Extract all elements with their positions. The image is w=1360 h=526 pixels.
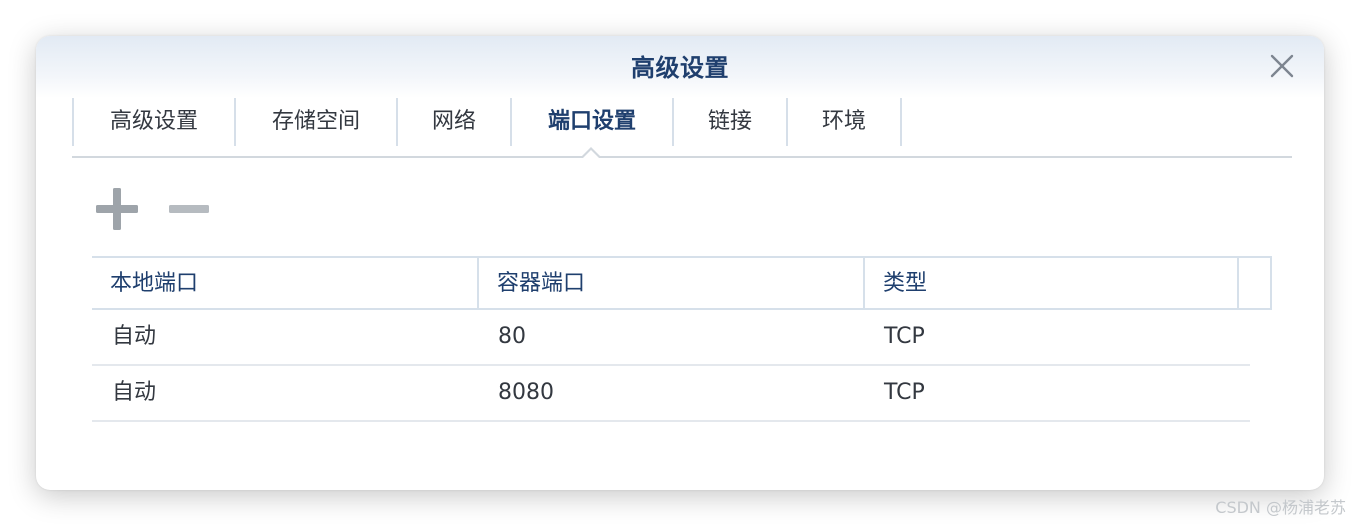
table-row[interactable]: 自动 80 TCP xyxy=(92,310,1250,366)
port-table: 本地端口 容器端口 类型 自动 80 TCP 自动 8080 TCP xyxy=(92,256,1272,422)
dialog-titlebar: 高级设置 xyxy=(36,36,1324,98)
container-port-cell: 80 xyxy=(498,324,526,349)
column-header-container-port[interactable]: 容器端口 xyxy=(479,258,865,310)
type-cell: TCP xyxy=(884,380,925,405)
watermark: CSDN @杨浦老苏 xyxy=(1215,498,1346,517)
minus-icon[interactable] xyxy=(166,186,212,232)
column-header-spacer xyxy=(1239,258,1272,310)
column-header-type[interactable]: 类型 xyxy=(865,258,1239,310)
column-header-local-port[interactable]: 本地端口 xyxy=(92,258,479,310)
local-port-cell: 自动 xyxy=(112,380,157,405)
tab-advanced-settings[interactable]: 高级设置 xyxy=(74,98,236,146)
plus-icon[interactable] xyxy=(94,186,140,232)
tab-links[interactable]: 链接 xyxy=(674,98,788,146)
local-port-cell: 自动 xyxy=(112,324,157,349)
dialog-title: 高级设置 xyxy=(631,54,729,82)
table-row[interactable]: 自动 8080 TCP xyxy=(92,366,1250,422)
close-icon[interactable] xyxy=(1266,50,1298,82)
container-port-cell: 8080 xyxy=(498,380,554,405)
tab-environment[interactable]: 环境 xyxy=(788,98,902,146)
tab-bar: 高级设置 存储空间 网络 端口设置 链接 环境 xyxy=(72,98,1294,146)
tab-network[interactable]: 网络 xyxy=(398,98,512,146)
active-tab-indicator-fill xyxy=(583,150,599,158)
tab-underline xyxy=(72,156,1292,158)
tab-port-settings[interactable]: 端口设置 xyxy=(512,98,674,146)
tab-storage[interactable]: 存储空间 xyxy=(236,98,398,146)
table-header: 本地端口 容器端口 类型 xyxy=(92,256,1272,310)
advanced-settings-dialog: 高级设置 高级设置 存储空间 网络 端口设置 链接 环境 本地端口 容器端口 类… xyxy=(36,36,1324,490)
type-cell: TCP xyxy=(884,324,925,349)
